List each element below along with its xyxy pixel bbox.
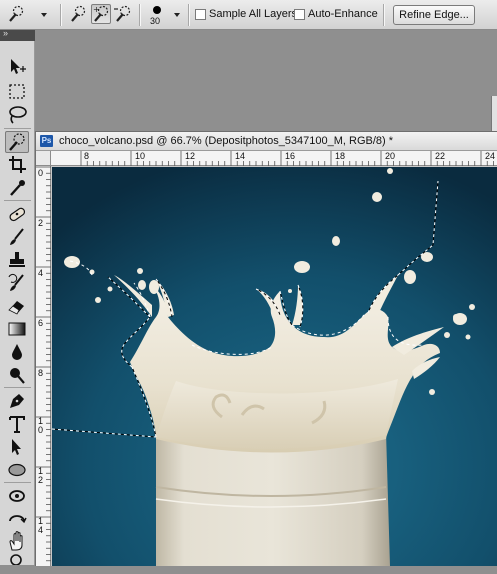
- brush-picker[interactable]: 30: [144, 2, 184, 28]
- auto-enhance-checkbox[interactable]: [294, 9, 305, 20]
- quick-selection-icon: [9, 5, 24, 22]
- panel-edge: [491, 96, 497, 136]
- zoom-tool[interactable]: [5, 552, 29, 574]
- ruler-label: 1 2: [38, 466, 44, 485]
- brush-tip-icon: [153, 6, 161, 14]
- ruler-label: 12: [185, 151, 196, 161]
- crop-icon: [9, 156, 26, 173]
- healing-brush-tool[interactable]: [5, 203, 29, 225]
- quick-selection-icon: [71, 5, 86, 22]
- ruler-label: 14: [235, 151, 246, 161]
- ruler-label: 18: [335, 151, 346, 161]
- history-brush-icon: [8, 273, 24, 291]
- ruler-label: 20: [385, 151, 396, 161]
- ruler-label: 8: [38, 368, 44, 378]
- svg-text:+: +: [93, 5, 100, 14]
- eraser-tool[interactable]: [5, 295, 29, 317]
- hand-tool[interactable]: [5, 530, 29, 552]
- ellipse-tool[interactable]: [5, 459, 29, 481]
- add-to-selection-button[interactable]: +: [91, 4, 111, 24]
- ruler-label: 16: [285, 151, 296, 161]
- chevron-down-icon: [174, 13, 180, 17]
- ruler-label: 4: [38, 268, 44, 278]
- ruler-origin[interactable]: [36, 151, 51, 166]
- new-selection-button[interactable]: [68, 4, 88, 24]
- ellipse-icon: [8, 463, 26, 477]
- 3d-rotate-tool[interactable]: [5, 485, 29, 507]
- move-tool[interactable]: [5, 56, 29, 78]
- ruler-label: 8: [84, 151, 90, 161]
- eraser-icon: [8, 301, 24, 315]
- tool-preset-picker[interactable]: [6, 4, 26, 24]
- type-icon: [9, 416, 25, 433]
- path-selection-tool[interactable]: [5, 436, 29, 458]
- tools-panel-header[interactable]: »: [0, 28, 35, 41]
- eyedropper-tool[interactable]: [5, 177, 29, 199]
- marquee-icon: [9, 84, 25, 99]
- path-selection-icon: [12, 439, 21, 455]
- crop-tool[interactable]: [5, 154, 29, 176]
- history-brush-tool[interactable]: [5, 272, 29, 294]
- ruler-label: 2: [38, 218, 44, 228]
- lasso-icon: [9, 106, 27, 124]
- tools-panel: »: [0, 28, 35, 565]
- ruler-label: 6: [38, 318, 44, 328]
- ruler-label: 22: [435, 151, 446, 161]
- eyedropper-icon: [10, 180, 25, 196]
- sample-all-layers-label: Sample All Layers: [209, 8, 298, 20]
- 3d-rotate-icon: [9, 490, 25, 502]
- lasso-tool[interactable]: [5, 104, 29, 126]
- gradient-tool[interactable]: [5, 318, 29, 340]
- horizontal-ruler-ticks: [80, 151, 494, 166]
- image-canvas[interactable]: [52, 167, 497, 566]
- milk-splash-photo: [52, 167, 497, 566]
- type-tool[interactable]: [5, 413, 29, 435]
- brush-tool[interactable]: [5, 226, 29, 248]
- marquee-tool[interactable]: [5, 81, 29, 103]
- blur-tool[interactable]: [5, 341, 29, 363]
- zoom-icon: [10, 554, 22, 565]
- move-icon: [11, 59, 26, 74]
- ruler-label: 1 0: [38, 416, 44, 435]
- quick-selection-icon: [9, 133, 25, 151]
- clone-stamp-tool[interactable]: [5, 249, 29, 271]
- vertical-ruler[interactable]: 0 2 4 6 8 1 0 1 2 1 4: [36, 166, 51, 566]
- clone-stamp-icon: [9, 252, 25, 267]
- pen-icon: [10, 394, 24, 408]
- options-bar: + 30 Sample All Layers Auto-Enhance Refi…: [0, 0, 497, 30]
- ruler-label: 0: [38, 168, 44, 178]
- subtract-from-selection-button[interactable]: [113, 4, 133, 24]
- refine-edge-button[interactable]: Refine Edge...: [393, 5, 475, 25]
- healing-brush-icon: [9, 207, 26, 222]
- document-title: choco_volcano.psd @ 66.7% (Depositphotos…: [59, 135, 394, 147]
- brush-size-value: 30: [150, 16, 161, 26]
- dodge-tool[interactable]: [5, 364, 29, 386]
- collapse-panel-icon[interactable]: »: [3, 28, 8, 38]
- horizontal-ruler[interactable]: 8 10 12 14 16 18 20 22 24: [51, 151, 497, 166]
- quick-selection-subtract-icon: [114, 5, 131, 22]
- pen-tool[interactable]: [5, 390, 29, 412]
- document-tab[interactable]: Ps choco_volcano.psd @ 66.7% (Depositpho…: [36, 132, 497, 151]
- ruler-label: 24: [485, 151, 496, 161]
- ruler-label: 1 4: [38, 516, 44, 535]
- hand-icon: [9, 531, 23, 551]
- brush-icon: [10, 228, 24, 245]
- sample-all-layers-checkbox[interactable]: [195, 9, 206, 20]
- quick-selection-add-icon: +: [93, 5, 109, 22]
- 3d-orbit-icon: [9, 515, 27, 524]
- document-window: Ps choco_volcano.psd @ 66.7% (Depositpho…: [35, 131, 497, 566]
- auto-enhance-label: Auto-Enhance: [308, 8, 378, 20]
- photoshop-file-icon: Ps: [40, 135, 53, 147]
- blur-icon: [12, 344, 22, 360]
- chevron-down-icon[interactable]: [41, 13, 47, 17]
- quick-selection-tool[interactable]: [5, 131, 29, 153]
- ruler-label: 10: [135, 151, 146, 161]
- 3d-orbit-tool[interactable]: [5, 508, 29, 530]
- gradient-icon: [8, 322, 26, 336]
- dodge-icon: [10, 368, 25, 384]
